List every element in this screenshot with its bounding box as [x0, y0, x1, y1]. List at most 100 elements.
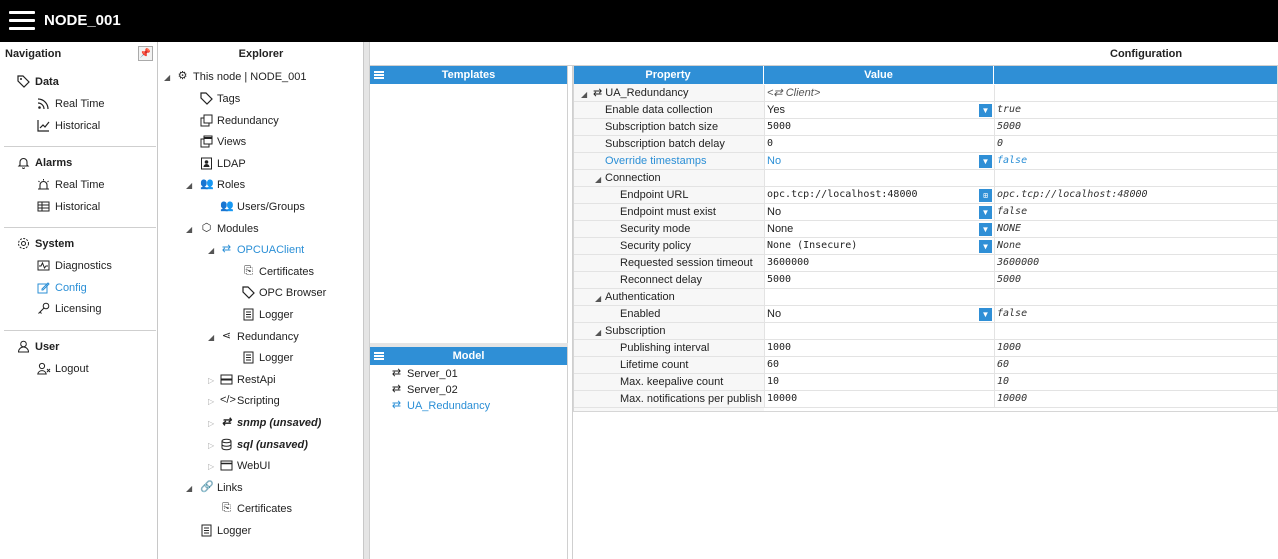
nav-item-config[interactable]: Config	[37, 281, 87, 294]
expand-arrow-icon[interactable]: ◢	[208, 333, 214, 342]
dropdown-icon[interactable]: ▼	[979, 223, 992, 236]
collapse-arrow-icon[interactable]: ▷	[208, 419, 214, 428]
value-cell[interactable]: None ▼	[764, 221, 994, 238]
model-item-server-01[interactable]: ⇄ Server_01	[390, 367, 458, 380]
tree-node-redundancy[interactable]: Redundancy	[200, 114, 279, 127]
tree-node-views[interactable]: Views	[200, 135, 246, 148]
grid-row-lifetime-count[interactable]: Lifetime count 60 60	[573, 357, 1278, 374]
expand-arrow-icon[interactable]: ◢	[581, 90, 587, 99]
grid-row-connection[interactable]: ◢ Connection	[573, 170, 1278, 187]
pin-icon[interactable]: 📌	[138, 46, 153, 61]
grid-row-requested-session-timeout[interactable]: Requested session timeout 3600000 360000…	[573, 255, 1278, 272]
nav-item-licensing[interactable]: Licensing	[37, 302, 101, 315]
nav-group-system[interactable]: System	[17, 237, 74, 250]
grid-row-max-notifications-per-publish[interactable]: Max. notifications per publish 10000 100…	[573, 391, 1278, 408]
tree-node-ldap[interactable]: LDAP	[200, 157, 246, 170]
expand-arrow-icon[interactable]: ◢	[595, 294, 601, 303]
nav-item-data-realtime[interactable]: Real Time	[37, 97, 105, 110]
tree-node-users-groups[interactable]: 👥 Users/Groups	[220, 200, 305, 213]
tree-node-root-logger[interactable]: Logger	[200, 524, 251, 537]
nav-group-alarms[interactable]: Alarms	[17, 156, 72, 169]
nav-group-data[interactable]: Data	[17, 75, 59, 88]
nav-item-alarms-realtime[interactable]: Real Time	[37, 178, 105, 191]
value-cell[interactable]: 5000	[764, 272, 994, 289]
value-cell[interactable]: 3600000	[764, 255, 994, 272]
tree-node-webui[interactable]: WebUI	[220, 459, 270, 472]
expand-arrow-icon[interactable]: ◢	[595, 328, 601, 337]
tree-node-roles[interactable]: 👥 Roles	[200, 178, 245, 191]
column-header-property[interactable]: Property	[573, 66, 763, 84]
expand-arrow-icon[interactable]: ◢	[208, 246, 214, 255]
grid-row-max-keepalive-count[interactable]: Max. keepalive count 10 10	[573, 374, 1278, 391]
nav-item-logout[interactable]: Logout	[37, 362, 89, 375]
tree-node-links[interactable]: 🔗 Links	[200, 481, 243, 494]
grid-row-endpoint-must-exist[interactable]: Endpoint must exist No ▼ false	[573, 204, 1278, 221]
value-cell[interactable]: No ▼	[764, 204, 994, 221]
column-header-default[interactable]	[994, 66, 1278, 84]
value-cell[interactable]: 60	[764, 357, 994, 374]
grid-row-subscription-batch-size[interactable]: Subscription batch size 5000 5000	[573, 119, 1278, 136]
grid-row-ua-redundancy[interactable]: ◢ ⇄ UA_Redundancy <⇄ Client>	[573, 85, 1278, 102]
tree-node-certificates[interactable]: ⎘ Certificates	[242, 265, 314, 278]
grid-row-reconnect-delay[interactable]: Reconnect delay 5000 5000	[573, 272, 1278, 289]
value-cell[interactable]: Yes ▼	[764, 102, 994, 119]
tree-node-links-certificates[interactable]: ⎘ Certificates	[220, 502, 292, 515]
model-item-ua-redundancy[interactable]: ⇄ UA_Redundancy	[390, 399, 490, 412]
expand-arrow-icon[interactable]: ◢	[186, 181, 192, 190]
grid-row-enabled[interactable]: Enabled No ▼ false	[573, 306, 1278, 323]
dropdown-icon[interactable]: ▼	[979, 104, 992, 117]
value-cell[interactable]: 10000	[764, 391, 994, 408]
sitemap-icon[interactable]: ⊞	[979, 189, 992, 202]
grid-row-endpoint-url[interactable]: Endpoint URL opc.tcp://localhost:48000 ⊞ …	[573, 187, 1278, 204]
nav-item-data-historical[interactable]: Historical	[37, 119, 100, 132]
nav-item-alarms-historical[interactable]: Historical	[37, 200, 100, 213]
tree-node-sql[interactable]: sql (unsaved)	[220, 438, 308, 451]
collapse-arrow-icon[interactable]: ▷	[208, 397, 214, 406]
tree-node-restapi[interactable]: RestApi	[220, 373, 276, 386]
grid-row-authentication[interactable]: ◢ Authentication	[573, 289, 1278, 306]
grid-row-override-timestamps[interactable]: Override timestamps No ▼ false	[573, 153, 1278, 170]
tree-node-snmp[interactable]: ⇄ snmp (unsaved)	[220, 416, 321, 429]
expand-arrow-icon[interactable]: ◢	[595, 175, 601, 184]
tree-node-modules[interactable]: ⬡ Modules	[200, 222, 259, 235]
tree-node-logger[interactable]: Logger	[242, 351, 293, 364]
expand-arrow-icon[interactable]: ◢	[186, 225, 192, 234]
value-cell[interactable]: No ▼	[764, 153, 994, 170]
grid-row-subscription-batch-delay[interactable]: Subscription batch delay 0 0	[573, 136, 1278, 153]
value-cell[interactable]: No ▼	[764, 306, 994, 323]
hamburger-menu-icon[interactable]	[9, 10, 35, 31]
collapse-arrow-icon[interactable]: ▷	[208, 462, 214, 471]
nav-group-user[interactable]: User	[17, 340, 59, 353]
grid-row-enable-data-collection[interactable]: Enable data collection Yes ▼ true	[573, 102, 1278, 119]
tree-node-logger[interactable]: Logger	[242, 308, 293, 321]
collapse-arrow-icon[interactable]: ▷	[208, 441, 214, 450]
tree-node-opc-browser[interactable]: OPC Browser	[242, 286, 326, 299]
dropdown-icon[interactable]: ▼	[979, 155, 992, 168]
dropdown-icon[interactable]: ▼	[979, 240, 992, 253]
nav-item-diagnostics[interactable]: Diagnostics	[37, 259, 112, 272]
collapse-arrow-icon[interactable]: ▷	[208, 376, 214, 385]
menu-icon[interactable]	[374, 71, 384, 79]
expand-arrow-icon[interactable]: ◢	[186, 484, 192, 493]
column-header-value[interactable]: Value	[764, 66, 993, 84]
value-cell[interactable]: 0	[764, 136, 994, 153]
value-cell[interactable]: 5000	[764, 119, 994, 136]
tree-node-tags[interactable]: Tags	[200, 92, 240, 105]
value-cell[interactable]: 10	[764, 374, 994, 391]
dropdown-icon[interactable]: ▼	[979, 206, 992, 219]
value-cell[interactable]: 1000	[764, 340, 994, 357]
expand-arrow-icon[interactable]: ◢	[164, 73, 170, 82]
grid-row-publishing-interval[interactable]: Publishing interval 1000 1000	[573, 340, 1278, 357]
model-item-server-02[interactable]: ⇄ Server_02	[390, 383, 458, 396]
tree-node-scripting[interactable]: </> Scripting	[220, 394, 280, 407]
menu-icon[interactable]	[374, 352, 384, 360]
grid-row-security-policy[interactable]: Security policy None (Insecure) ▼ None	[573, 238, 1278, 255]
value-cell[interactable]: opc.tcp://localhost:48000 ⊞	[764, 187, 994, 204]
grid-row-subscription[interactable]: ◢ Subscription	[573, 323, 1278, 340]
grid-row-security-mode[interactable]: Security mode None ▼ NONE	[573, 221, 1278, 238]
tree-node-opcuaclient[interactable]: ⇄ OPCUAClient	[220, 243, 304, 256]
dropdown-icon[interactable]: ▼	[979, 308, 992, 321]
tree-node-module-redundancy[interactable]: ⋖ Redundancy	[220, 330, 299, 343]
value-cell[interactable]: None (Insecure) ▼	[764, 238, 994, 255]
tree-node-this-node[interactable]: ⚙ This node | NODE_001	[176, 70, 307, 83]
